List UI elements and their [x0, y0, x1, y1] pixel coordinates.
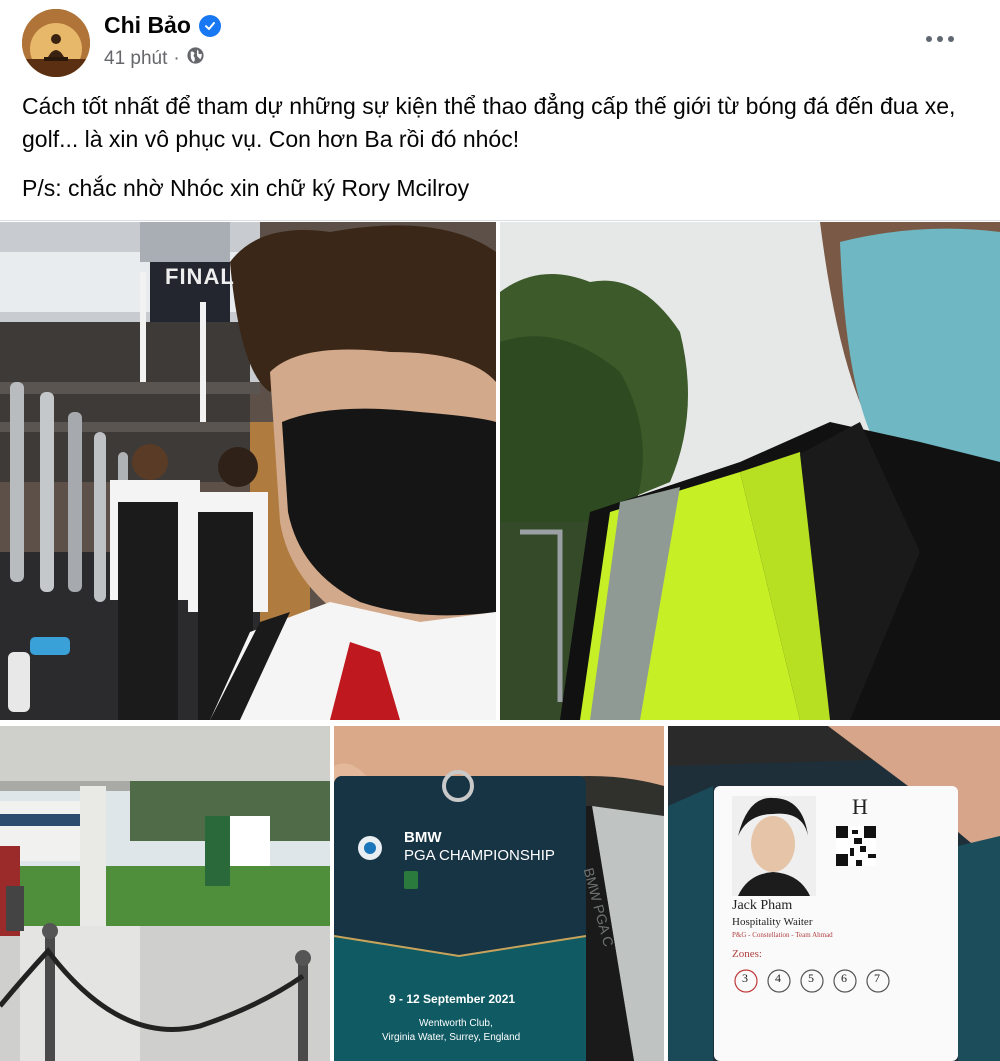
id-card-name: Jack Pham — [732, 898, 793, 913]
id-card-zone: 6 — [841, 971, 847, 985]
background-sign: FINAL — [165, 264, 235, 289]
media-divider — [0, 220, 1000, 221]
badge-venue-line-1: Wentworth Club, — [419, 1018, 493, 1029]
id-card-letter: H — [852, 794, 868, 819]
badge-brand: BMW — [404, 829, 442, 846]
photo-event-venue[interactable] — [0, 726, 330, 1061]
id-card-role: Hospitality Waiter — [732, 916, 813, 928]
post-body: Cách tốt nhất để tham dự những sự kiện t… — [22, 90, 982, 221]
globe-icon[interactable] — [186, 46, 205, 71]
post-text-paragraph: P/s: chắc nhờ Nhóc xin chữ ký Rory Mcilr… — [22, 175, 470, 201]
id-card-detail: P&G - Constellation - Team Ahmad — [732, 931, 833, 939]
id-card-zone: 3 — [742, 971, 748, 985]
badge-dates: 9 - 12 September 2021 — [389, 992, 516, 1006]
meta-separator: · — [173, 47, 180, 69]
more-options-icon[interactable] — [920, 24, 960, 54]
photo-hi-vis-selfie[interactable] — [500, 222, 1000, 720]
photo-staff-id-card[interactable]: H Jack Pham Hospitality Waiter P&G - Con… — [668, 726, 1000, 1061]
author-name[interactable]: Chi Bảo — [104, 12, 191, 39]
badge-event: PGA CHAMPIONSHIP — [404, 847, 555, 864]
post-text-paragraph: Cách tốt nhất để tham dự những sự kiện t… — [22, 93, 956, 152]
badge-venue-line-2: Virginia Water, Surrey, England — [382, 1032, 521, 1043]
id-card-zone: 4 — [775, 971, 781, 985]
author-name-row: Chi Bảo — [104, 12, 221, 39]
facebook-post: Chi Bảo 41 phút · Cách tốt nhất để tham … — [0, 0, 1000, 1061]
post-meta: 41 phút · — [104, 46, 205, 71]
photo-bar-selfie[interactable]: FINAL — [0, 222, 496, 720]
id-card-zones-label: Zones: — [732, 948, 762, 960]
verified-badge-icon — [198, 14, 221, 37]
id-card-zone: 7 — [874, 971, 880, 985]
id-card-zone: 5 — [808, 971, 814, 985]
post-timestamp[interactable]: 41 phút — [104, 48, 167, 70]
photo-event-badge[interactable]: BMW PGA CHAMPIONSHIP 9 - 12 September 20… — [334, 726, 664, 1061]
author-avatar[interactable] — [22, 9, 90, 77]
